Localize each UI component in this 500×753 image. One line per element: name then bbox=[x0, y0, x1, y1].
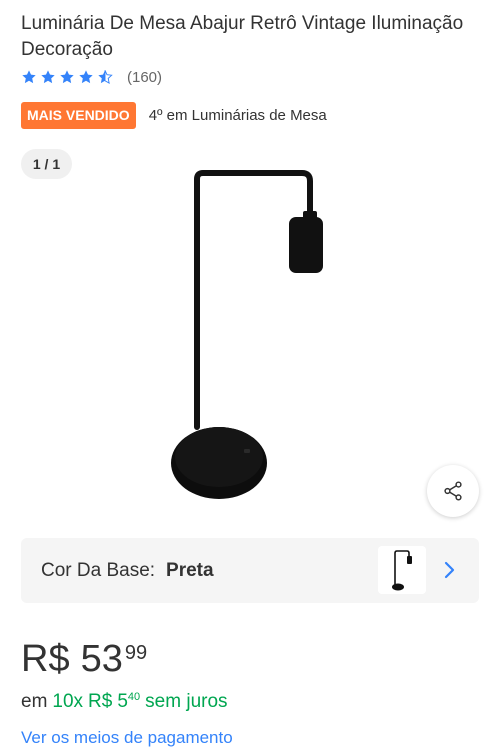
variant-label: Cor Da Base: bbox=[41, 559, 156, 581]
installments-currency: R$ bbox=[88, 691, 113, 712]
price: R$ 53 99 bbox=[21, 636, 147, 682]
product-title: Luminária De Mesa Abajur Retrô Vintage I… bbox=[21, 13, 464, 60]
payment-methods-link[interactable]: Ver os meios de pagamento bbox=[21, 727, 233, 749]
variant-value: Preta bbox=[166, 559, 214, 581]
star-full-icon bbox=[60, 70, 74, 84]
price-currency: R$ bbox=[21, 638, 70, 680]
star-full-icon bbox=[79, 70, 93, 84]
share-button[interactable] bbox=[427, 465, 479, 517]
price-cents: 99 bbox=[124, 642, 148, 664]
rating-stars bbox=[21, 69, 113, 85]
installments-integer: 5 bbox=[117, 691, 128, 712]
variant-thumbnail[interactable] bbox=[378, 546, 426, 594]
rating-count: (160) bbox=[127, 68, 163, 86]
gallery-counter: 1 / 1 bbox=[21, 149, 72, 179]
star-full-icon bbox=[41, 70, 55, 84]
rating[interactable]: (160) bbox=[21, 67, 162, 87]
installments: em 10x R$ 5 40 sem juros bbox=[21, 689, 228, 715]
best-seller-row[interactable]: MAIS VENDIDO 4º em Luminárias de Mesa bbox=[21, 102, 327, 129]
installments-suffix: sem juros bbox=[145, 691, 228, 712]
variant-selector[interactable]: Cor Da Base: Preta bbox=[21, 538, 479, 603]
category-rank[interactable]: 4º em Luminárias de Mesa bbox=[149, 107, 327, 124]
installments-cents: 40 bbox=[127, 691, 141, 703]
installments-count: 10x bbox=[52, 691, 84, 712]
product-image[interactable] bbox=[170, 165, 330, 505]
star-half-icon bbox=[98, 70, 113, 84]
price-integer: 53 bbox=[80, 638, 123, 680]
installments-prefix: em bbox=[21, 691, 48, 712]
star-full-icon bbox=[22, 70, 36, 84]
best-seller-badge: MAIS VENDIDO bbox=[21, 102, 136, 129]
chevron-right-icon bbox=[444, 561, 455, 579]
share-icon bbox=[444, 481, 462, 501]
